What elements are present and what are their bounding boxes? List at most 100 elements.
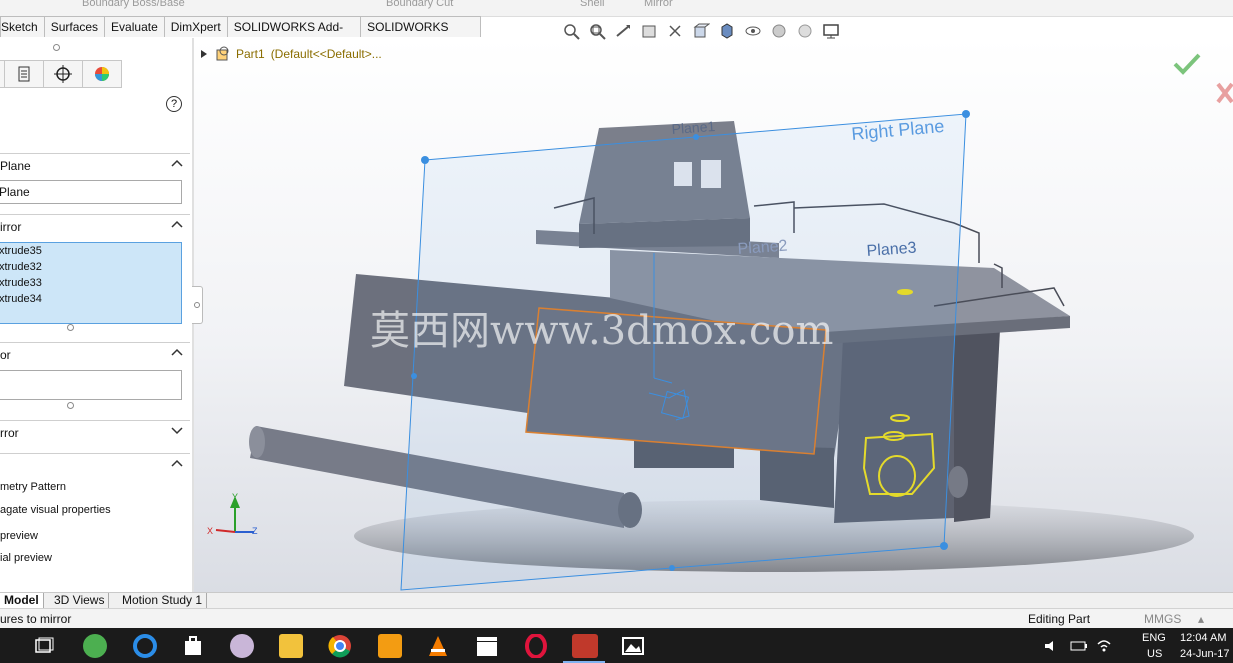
faces-field[interactable] <box>0 370 182 400</box>
collapse-handle[interactable] <box>53 44 60 51</box>
list-item[interactable]: xtrude33 <box>0 275 181 291</box>
wifi-icon[interactable] <box>1096 638 1112 652</box>
resize-handle[interactable] <box>67 324 74 331</box>
plane3-label[interactable]: Plane3 <box>866 240 917 260</box>
scene-icon[interactable] <box>794 20 816 42</box>
movie-maker-icon[interactable] <box>475 634 499 658</box>
lang-code[interactable]: ENG <box>1142 632 1166 644</box>
list-item[interactable]: xtrude32 <box>0 259 181 275</box>
chevron-up-icon[interactable] <box>170 456 184 470</box>
graphics-area[interactable]: 莫西网www.3dmox.com Right Plane Plane2 Plan… <box>194 38 1233 592</box>
section-mirror-plane[interactable]: Plane <box>0 153 190 176</box>
panel-collapse-grip[interactable] <box>192 286 203 324</box>
store-icon[interactable] <box>181 634 205 658</box>
utorrent-icon[interactable] <box>83 634 107 658</box>
battery-icon[interactable] <box>1070 640 1088 652</box>
tab-mbd[interactable]: SOLIDWORKS MBD <box>360 16 481 54</box>
edge-icon[interactable] <box>133 634 157 658</box>
property-manager: ? Plane Plane irror xtrude35 xtrude32 xt… <box>0 38 193 606</box>
section-title: rror <box>0 426 19 440</box>
crosshair-icon <box>54 65 72 83</box>
model-canvas: 莫西网www.3dmox.com Right Plane Plane2 Plan… <box>207 110 1194 591</box>
editing-status: Editing Part <box>1028 612 1091 626</box>
bottom-tabs: Model 3D Views Motion Study 1 <box>0 592 1233 609</box>
tab-surfaces[interactable]: Surfaces <box>43 16 106 37</box>
section-options[interactable] <box>0 453 190 476</box>
paint-icon[interactable] <box>230 634 254 658</box>
dynamic-annotation-icon[interactable] <box>664 20 686 42</box>
chevron-up-icon[interactable] <box>170 156 184 170</box>
chevron-down-icon[interactable] <box>170 423 184 437</box>
units-selector[interactable]: MMGS <box>1144 612 1181 626</box>
taskbar: ENG US 12:04 AM 24-Jun-17 <box>0 628 1233 663</box>
section-features-to-mirror[interactable]: irror <box>0 214 190 237</box>
shell-label[interactable]: Shell <box>580 0 604 9</box>
chrome-icon[interactable] <box>328 634 352 658</box>
zoom-to-fit-icon[interactable] <box>560 20 582 42</box>
tab-property-manager[interactable] <box>4 60 43 88</box>
cancel-x-icon[interactable] <box>1216 82 1233 104</box>
section-view-icon[interactable] <box>638 20 660 42</box>
part-icon <box>216 46 229 61</box>
option-propagate-visual[interactable]: agate visual properties <box>0 504 111 516</box>
plane1-label[interactable]: Plane1 <box>671 118 716 137</box>
tab-evaluate[interactable]: Evaluate <box>104 16 165 37</box>
edit-appearance-icon[interactable] <box>768 20 790 42</box>
boundary-cut-label[interactable]: Boundary Cut <box>386 0 453 9</box>
tab-sketch[interactable]: Sketch <box>0 16 45 37</box>
option-full-preview[interactable]: preview <box>0 530 38 542</box>
features-list[interactable]: xtrude35 xtrude32 xtrude33 xtrude34 <box>0 242 182 324</box>
tab-dimxpert[interactable]: DimXpert <box>163 16 228 37</box>
photos-icon[interactable] <box>621 634 645 658</box>
part-name[interactable]: Part1 <box>236 47 265 61</box>
flyout-feature-tree[interactable]: Part1 (Default<<Default>... <box>200 46 382 62</box>
tab-model[interactable]: Model <box>0 593 44 608</box>
resize-handle[interactable] <box>67 402 74 409</box>
tab-motion-study[interactable]: Motion Study 1 <box>118 593 208 608</box>
tab-3d-views[interactable]: 3D Views <box>50 593 110 608</box>
pdf-editor-icon[interactable] <box>378 634 402 658</box>
triad-y-label: Y <box>232 492 238 502</box>
option-geometry-pattern[interactable]: metry Pattern <box>0 481 66 493</box>
clock-time[interactable]: 12:04 AM <box>1180 632 1226 644</box>
vlc-icon[interactable] <box>426 634 450 658</box>
file-explorer-icon[interactable] <box>279 634 303 658</box>
view-orientation-icon[interactable] <box>690 20 712 42</box>
ok-check-icon[interactable] <box>1172 52 1202 76</box>
lang-region[interactable]: US <box>1147 648 1162 660</box>
display-style-icon[interactable] <box>716 20 738 42</box>
units-arrow-icon[interactable]: ▴ <box>1198 612 1204 626</box>
expand-arrow-icon[interactable] <box>200 49 208 59</box>
mirror-plane-field[interactable]: Plane <box>0 180 182 204</box>
clock-date[interactable]: 24-Jun-17 <box>1180 648 1230 660</box>
plane2-label[interactable]: Plane2 <box>737 238 788 258</box>
solidworks-taskbar-icon[interactable] <box>572 634 598 658</box>
manager-tabs <box>0 60 122 88</box>
tab-display-manager[interactable] <box>82 60 122 88</box>
previous-view-icon[interactable] <box>612 20 634 42</box>
boundary-boss-label[interactable]: Boundary Boss/Base <box>82 0 185 9</box>
list-item[interactable]: xtrude34 <box>0 291 181 307</box>
hide-show-icon[interactable] <box>742 20 764 42</box>
mirror-plane-value: Plane <box>0 185 30 199</box>
section-faces-to-mirror[interactable]: or <box>0 342 190 365</box>
command-manager-tabs: Sketch Surfaces Evaluate DimXpert SOLIDW… <box>0 16 481 54</box>
property-manager-icon <box>18 66 30 82</box>
list-item[interactable]: xtrude35 <box>0 243 181 259</box>
task-view-icon[interactable] <box>34 637 54 655</box>
tab-configuration-manager[interactable] <box>43 60 82 88</box>
pipe-end <box>948 466 968 498</box>
chevron-up-icon[interactable] <box>170 345 184 359</box>
tab-addins[interactable]: SOLIDWORKS Add-Ins <box>226 16 362 54</box>
help-icon[interactable]: ? <box>166 96 182 112</box>
view-settings-icon[interactable] <box>820 20 842 42</box>
volume-icon[interactable] <box>1044 640 1060 652</box>
section-bodies-to-mirror[interactable]: rror <box>0 420 190 443</box>
triad-x-label: X <box>207 526 213 536</box>
zoom-area-icon[interactable] <box>586 20 608 42</box>
mirror-label[interactable]: Mirror <box>644 0 673 9</box>
option-partial-preview[interactable]: ial preview <box>0 552 52 564</box>
chevron-up-icon[interactable] <box>170 217 184 231</box>
part-config: (Default<<Default>... <box>270 47 382 61</box>
opera-icon[interactable] <box>524 634 548 658</box>
